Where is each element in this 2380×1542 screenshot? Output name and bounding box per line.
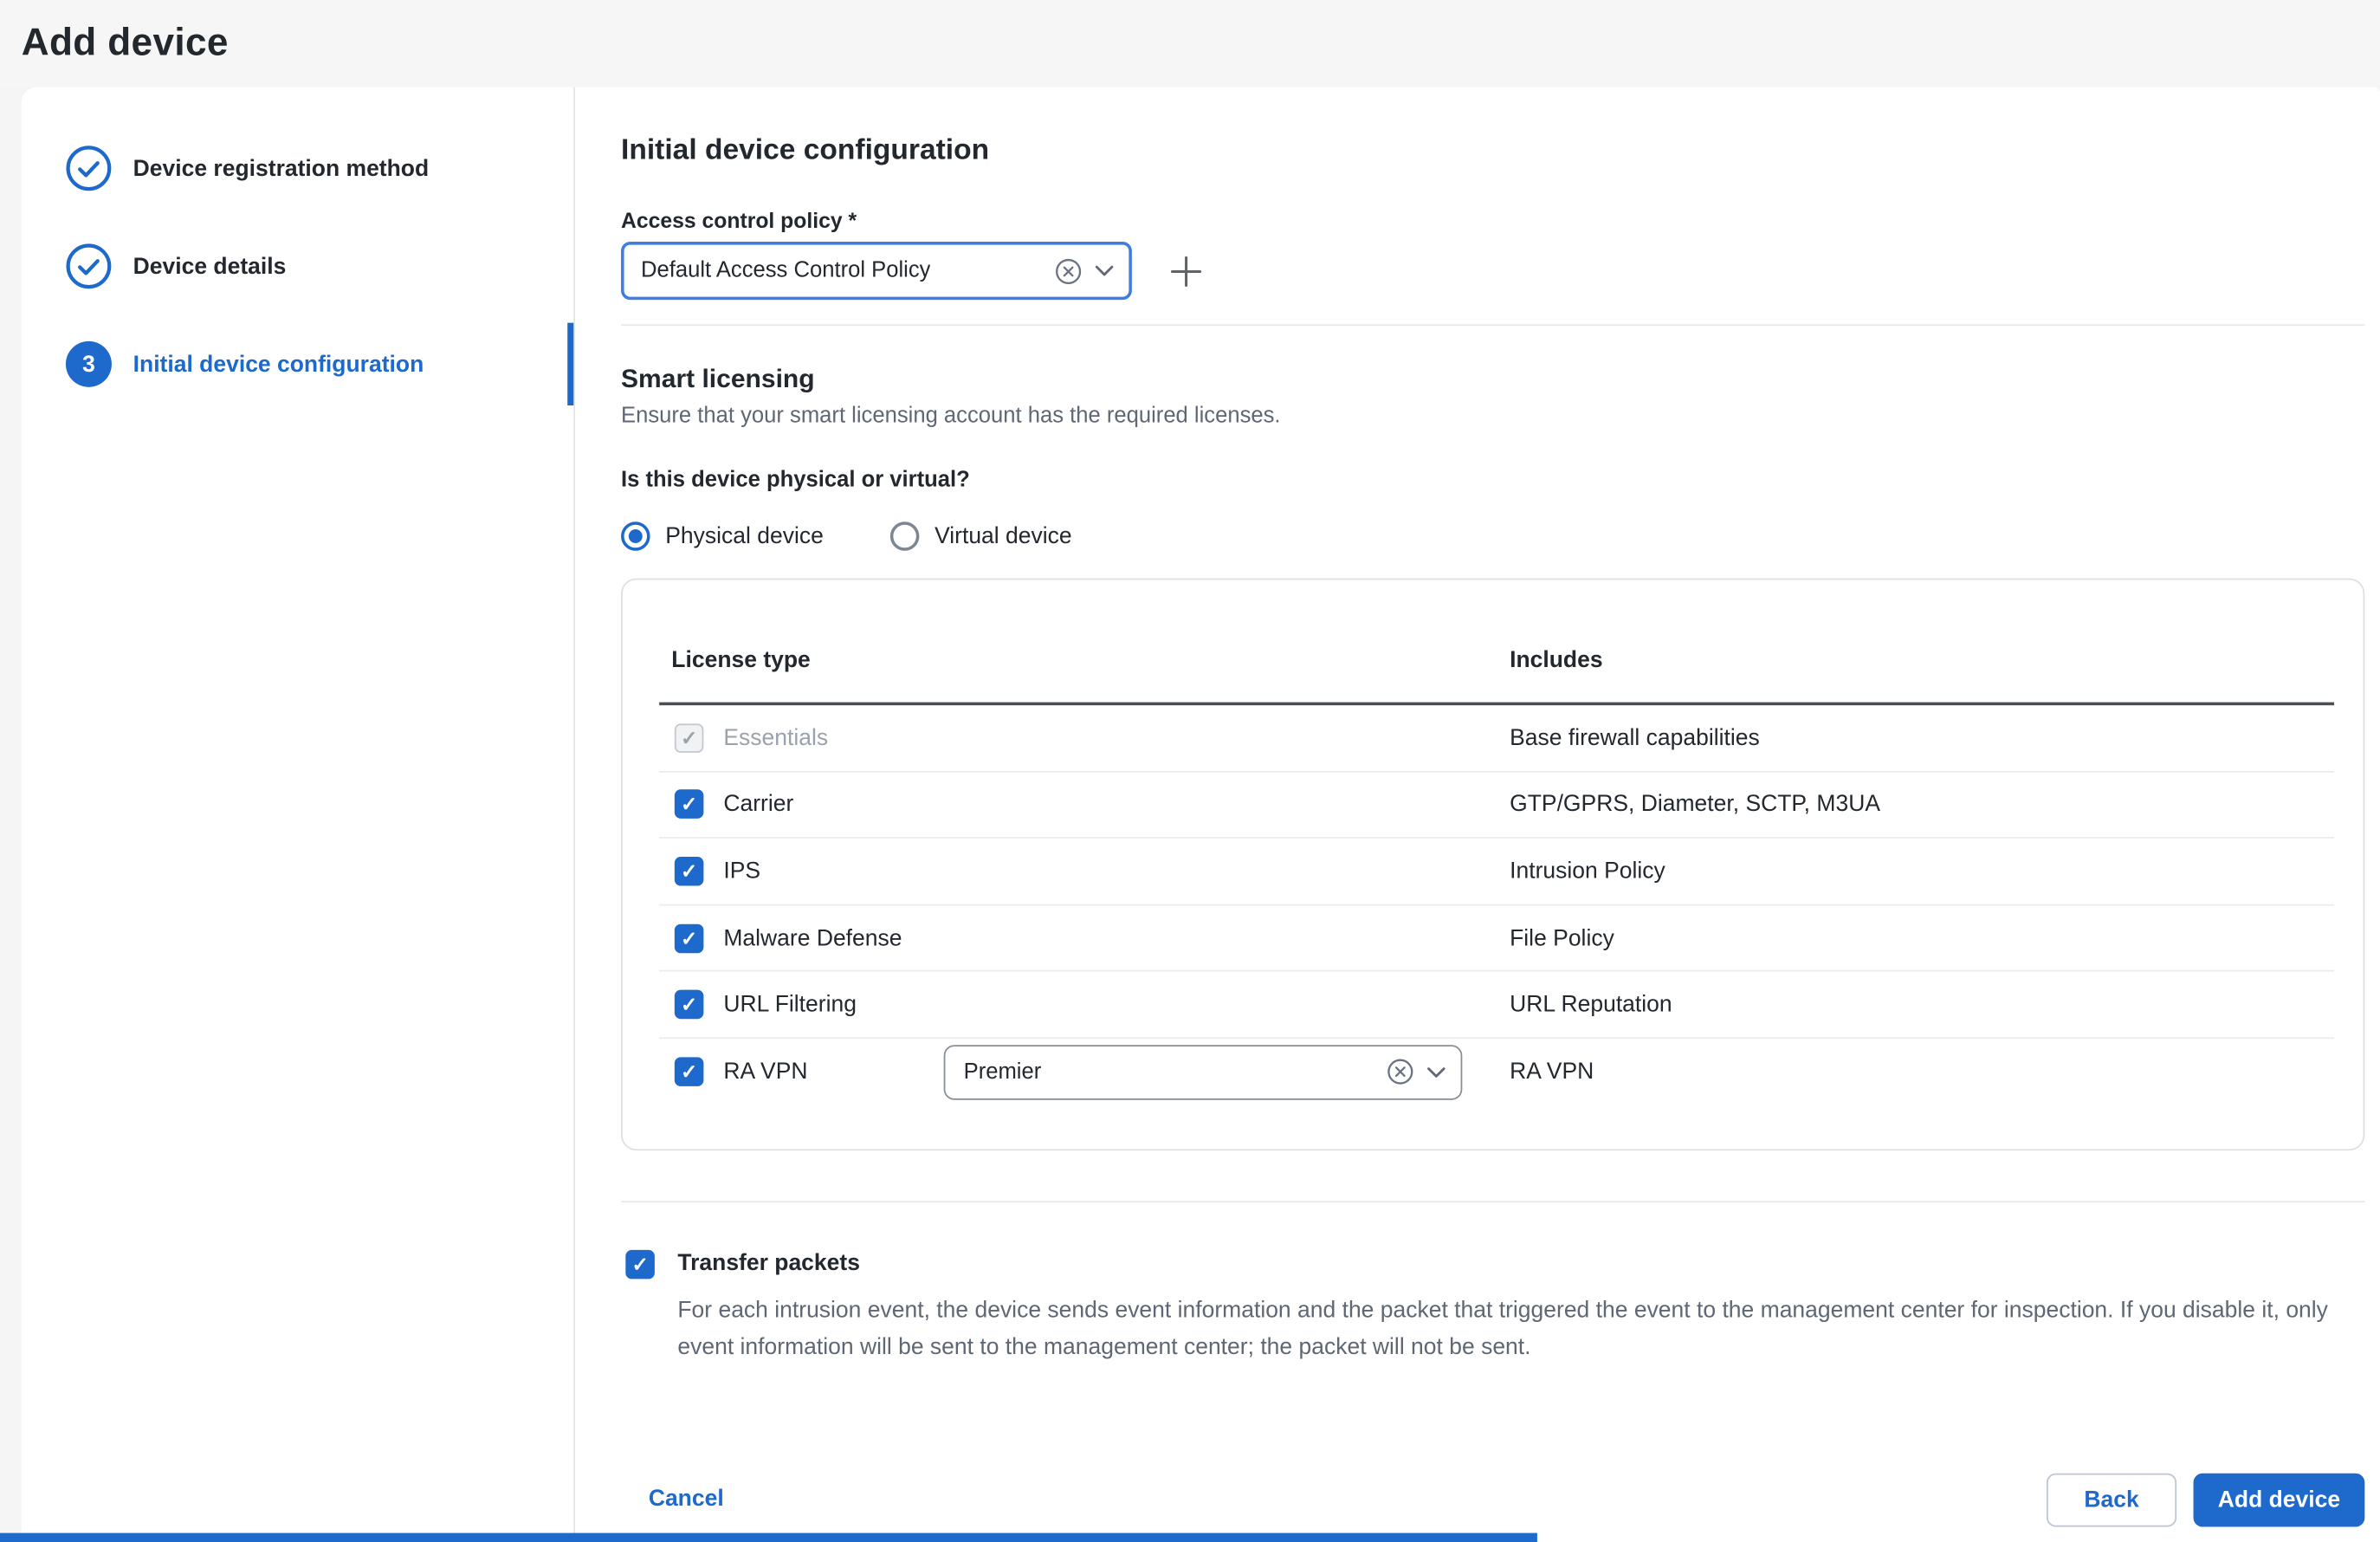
table-row-url-filtering: URL Filtering URL Reputation xyxy=(659,972,2334,1039)
step-item-initial-device-configuration[interactable]: 3 Initial device configuration xyxy=(66,341,424,387)
bottom-blue-bar xyxy=(0,1533,1537,1542)
smart-licensing-subtext: Ensure that your smart licensing account… xyxy=(621,404,1281,428)
checkbox-ra-vpn[interactable] xyxy=(675,1058,704,1087)
checkbox-carrier[interactable] xyxy=(675,790,704,820)
license-includes: Base firewall capabilities xyxy=(1510,725,1760,751)
section-title-initial-device-configuration: Initial device configuration xyxy=(621,134,989,168)
step-label: Device registration method xyxy=(133,155,430,181)
page-header: Add device xyxy=(0,0,2380,87)
radio-virtual-device[interactable] xyxy=(890,522,920,551)
physical-or-virtual-question: Is this device physical or virtual? xyxy=(621,468,970,492)
license-includes: RA VPN xyxy=(1510,1059,1594,1085)
radio-label: Virtual device xyxy=(935,523,1072,549)
step-label: Device details xyxy=(133,253,287,279)
access-control-policy-select[interactable]: Default Access Control Policy xyxy=(621,242,1132,300)
license-includes: File Policy xyxy=(1510,925,1614,951)
add-policy-button[interactable] xyxy=(1166,251,1206,291)
license-label: URL Filtering xyxy=(723,992,857,1018)
table-row-carrier: Carrier GTP/GPRS, Diameter, SCTP, M3UA xyxy=(659,772,2334,839)
back-button[interactable]: Back xyxy=(2047,1474,2176,1527)
smart-licensing-heading: Smart licensing xyxy=(621,364,815,394)
checkbox-transfer-packets[interactable] xyxy=(625,1250,655,1280)
section-divider xyxy=(621,324,2364,326)
access-control-policy-value: Default Access Control Policy xyxy=(641,258,930,282)
section-divider xyxy=(621,1201,2364,1202)
step-complete-icon xyxy=(66,243,112,289)
license-includes: URL Reputation xyxy=(1510,992,1672,1018)
step-complete-icon xyxy=(66,146,112,191)
add-device-page: Add device Device registration method De… xyxy=(0,0,2380,1542)
license-table: License type Includes Essentials Base fi… xyxy=(621,579,2364,1151)
radio-option-virtual-device[interactable]: Virtual device xyxy=(890,522,1072,551)
table-row-ips: IPS Intrusion Policy xyxy=(659,839,2334,905)
page-title: Add device xyxy=(22,22,229,66)
chevron-down-icon xyxy=(1096,265,1114,277)
transfer-packets-label: Transfer packets xyxy=(677,1250,860,1276)
active-step-indicator xyxy=(567,323,573,405)
ra-vpn-tier-value: Premier xyxy=(964,1060,1042,1085)
table-row-essentials: Essentials Base firewall capabilities xyxy=(659,705,2334,772)
table-row-ra-vpn: RA VPN Premier RA VPN xyxy=(659,1039,2334,1106)
checkbox-url-filtering[interactable] xyxy=(675,990,704,1020)
clear-selection-icon[interactable] xyxy=(1387,1059,1413,1085)
license-label: Essentials xyxy=(723,725,828,751)
license-label: Carrier xyxy=(723,792,793,818)
radio-option-physical-device[interactable]: Physical device xyxy=(621,522,824,551)
column-header-includes: Includes xyxy=(1510,647,1602,673)
ra-vpn-tier-select[interactable]: Premier xyxy=(944,1045,1463,1100)
step-number-icon: 3 xyxy=(66,341,112,387)
sidebar-divider xyxy=(573,87,575,1542)
transfer-packets-description: For each intrusion event, the device sen… xyxy=(677,1293,2348,1366)
plus-icon xyxy=(1167,253,1203,288)
license-includes: Intrusion Policy xyxy=(1510,858,1665,884)
step-item-device-registration-method[interactable]: Device registration method xyxy=(66,146,429,191)
license-label: IPS xyxy=(723,858,760,884)
license-rows: Essentials Base firewall capabilities Ca… xyxy=(659,705,2334,1106)
radio-physical-device[interactable] xyxy=(621,522,650,551)
radio-label: Physical device xyxy=(665,523,824,549)
license-includes: GTP/GPRS, Diameter, SCTP, M3UA xyxy=(1510,792,1880,818)
add-device-button[interactable]: Add device xyxy=(2194,1474,2365,1527)
access-control-policy-label: Access control policy * xyxy=(621,208,857,232)
checkbox-malware-defense[interactable] xyxy=(675,923,704,953)
license-label: Malware Defense xyxy=(723,925,902,951)
step-label: Initial device configuration xyxy=(133,351,424,377)
column-header-license-type: License type xyxy=(671,647,810,673)
table-row-malware-defense: Malware Defense File Policy xyxy=(659,905,2334,972)
license-label: RA VPN xyxy=(723,1059,807,1085)
step-item-device-details[interactable]: Device details xyxy=(66,243,286,289)
cancel-button[interactable]: Cancel xyxy=(649,1486,724,1512)
chevron-down-icon xyxy=(1427,1066,1445,1079)
checkbox-ips[interactable] xyxy=(675,857,704,886)
clear-selection-icon[interactable] xyxy=(1056,258,1082,284)
checkbox-essentials xyxy=(675,723,704,753)
